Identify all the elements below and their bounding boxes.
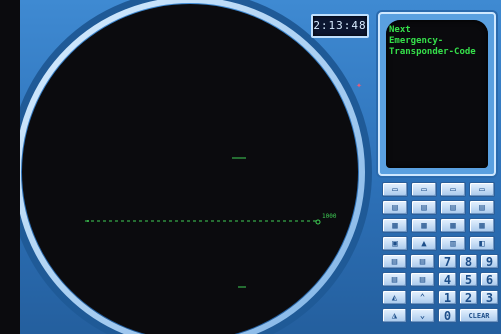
range-label: 1000 — [322, 213, 337, 220]
message-line: Emergency- — [389, 36, 444, 46]
scroll-down-key[interactable]: ⌄ — [410, 308, 435, 323]
heading-dot — [87, 220, 89, 222]
nav-2-key[interactable]: ▦ — [411, 218, 437, 233]
func-4-key-icon: ▤ — [479, 203, 485, 213]
digit-2-key[interactable]: 2 — [459, 290, 478, 305]
clear-key[interactable]: CLEAR — [459, 308, 499, 323]
func-1-key-icon: ▤ — [392, 203, 398, 213]
message-text: Next Emergency- Transponder-Code — [386, 20, 488, 58]
nav-4-key-icon: ▦ — [479, 221, 485, 231]
exit-key-icon: ◧ — [479, 239, 485, 249]
exit-key[interactable]: ◧ — [469, 236, 495, 251]
scope-screen — [22, 4, 358, 334]
page-down-key[interactable]: ◮ — [382, 308, 407, 323]
mode-1-key-icon: ▭ — [392, 185, 398, 195]
com-key[interactable]: ▤ — [382, 254, 407, 269]
page-up-key-icon: ◭ — [391, 293, 398, 303]
alt-key[interactable]: ▤ — [382, 272, 407, 287]
func-2-key[interactable]: ▤ — [411, 200, 437, 215]
nav-1-key-icon: ▦ — [392, 221, 398, 231]
scroll-up-key-icon: ⌃ — [419, 293, 426, 303]
hdg-key-icon: ▤ — [419, 275, 426, 285]
digit-5-key[interactable]: 5 — [459, 272, 478, 287]
digit-4-key[interactable]: 4 — [438, 272, 457, 287]
mode-3-key[interactable]: ▭ — [440, 182, 466, 197]
digit-3-key[interactable]: 3 — [480, 290, 499, 305]
up-triangle-key-icon: ▲ — [421, 239, 427, 249]
mode-4-key[interactable]: ▭ — [469, 182, 495, 197]
mission-clock: 2:13:48 — [311, 14, 369, 38]
sel-key-icon: ▣ — [392, 239, 398, 249]
digit-7-key[interactable]: 7 — [438, 254, 457, 269]
mode-1-key[interactable]: ▭ — [382, 182, 408, 197]
nav-2-key-icon: ▦ — [421, 221, 427, 231]
digit-6-key[interactable]: 6 — [480, 272, 499, 287]
mode-2-key[interactable]: ▭ — [411, 182, 437, 197]
com-key-icon: ▤ — [391, 257, 398, 267]
digit-9-key[interactable]: 9 — [480, 254, 499, 269]
func-3-key-icon: ▤ — [450, 203, 456, 213]
nav-3-key-icon: ▦ — [450, 221, 456, 231]
mode-4-key-icon: ▭ — [479, 185, 485, 195]
digit-0-key[interactable]: 0 — [438, 308, 457, 323]
page-up-key[interactable]: ◭ — [382, 290, 407, 305]
sel-key[interactable]: ▣ — [382, 236, 408, 251]
func-4-key[interactable]: ▤ — [469, 200, 495, 215]
scroll-up-key[interactable]: ⌃ — [410, 290, 435, 305]
digit-8-key[interactable]: 8 — [459, 254, 478, 269]
control-keypad: ▭ ▭ ▭ ▭ ▤ ▤ ▤ ▤ ▦ ▦ ▦ ▦ ▣ ▲ ▥ ◧ ▤ ▤ 7 8 … — [380, 182, 500, 334]
message-display-frame: Next Emergency- Transponder-Code — [378, 12, 496, 176]
scope-left-edge — [0, 0, 20, 334]
func-1-key[interactable]: ▤ — [382, 200, 408, 215]
cockpit-console: 1000 2:13:48 ✦ Next Emergency- Transpond… — [0, 0, 501, 334]
message-line: Transponder-Code — [389, 47, 476, 57]
digit-1-key[interactable]: 1 — [438, 290, 457, 305]
mode-2-key-icon: ▭ — [421, 185, 427, 195]
sparkle-icon: ✦ — [356, 80, 363, 91]
up-triangle-key[interactable]: ▲ — [411, 236, 437, 251]
func-2-key-icon: ▤ — [421, 203, 427, 213]
nav-1-key[interactable]: ▦ — [382, 218, 408, 233]
menu-key[interactable]: ▥ — [440, 236, 466, 251]
func-3-key[interactable]: ▤ — [440, 200, 466, 215]
mode-3-key-icon: ▭ — [450, 185, 456, 195]
alt-key-icon: ▤ — [391, 275, 398, 285]
message-line: Next — [389, 25, 411, 35]
page-down-key-icon: ◮ — [391, 311, 398, 321]
rad-key[interactable]: ▤ — [410, 254, 435, 269]
nav-3-key[interactable]: ▦ — [440, 218, 466, 233]
menu-key-icon: ▥ — [450, 239, 456, 249]
scroll-down-key-icon: ⌄ — [419, 311, 426, 321]
hdg-key[interactable]: ▤ — [410, 272, 435, 287]
message-display: Next Emergency- Transponder-Code — [386, 20, 488, 168]
nav-4-key[interactable]: ▦ — [469, 218, 495, 233]
rad-key-icon: ▤ — [419, 257, 426, 267]
